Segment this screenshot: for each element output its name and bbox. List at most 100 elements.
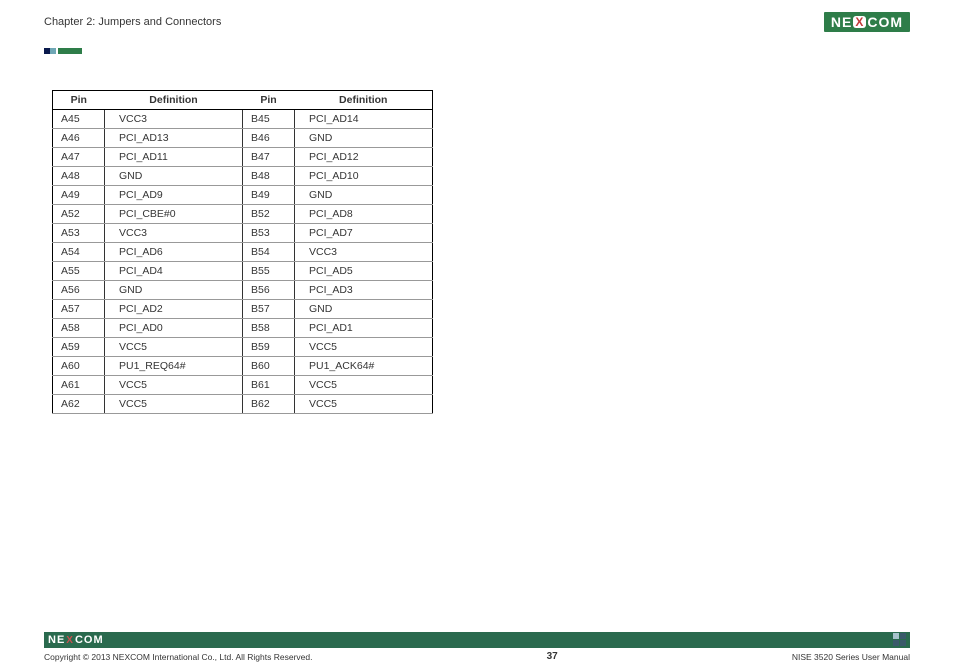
definition-cell: PCI_AD12 — [295, 148, 433, 167]
pin-cell: A53 — [53, 224, 105, 243]
definition-cell: PCI_AD7 — [295, 224, 433, 243]
copyright-text: Copyright © 2013 NEXCOM International Co… — [44, 652, 312, 662]
page-content: PinDefinitionPinDefinition A45VCC3B45PCI… — [52, 90, 902, 612]
pin-cell: A56 — [53, 281, 105, 300]
pin-cell: B53 — [243, 224, 295, 243]
definition-cell: GND — [295, 186, 433, 205]
definition-cell: PCI_CBE#0 — [105, 205, 243, 224]
pin-cell: B48 — [243, 167, 295, 186]
column-header-1: Definition — [105, 91, 243, 110]
pin-cell: B62 — [243, 395, 295, 414]
pin-cell: A60 — [53, 357, 105, 376]
table-row: A60PU1_REQ64#B60PU1_ACK64# — [53, 357, 433, 376]
logo-part-x: X — [853, 16, 866, 28]
table-row: A46PCI_AD13B46GND — [53, 129, 433, 148]
pin-cell: B52 — [243, 205, 295, 224]
pin-cell: A47 — [53, 148, 105, 167]
table-row: A58PCI_AD0B58PCI_AD1 — [53, 319, 433, 338]
page-number: 37 — [547, 651, 558, 662]
definition-cell: VCC3 — [295, 243, 433, 262]
logo-part-left: NE — [831, 14, 852, 30]
footer-logo: NE X COM — [48, 634, 104, 646]
table-row: A61VCC5B61VCC5 — [53, 376, 433, 395]
pin-cell: B61 — [243, 376, 295, 395]
chapter-title: Chapter 2: Jumpers and Connectors — [44, 16, 221, 28]
pin-cell: B58 — [243, 319, 295, 338]
table-row: A48GNDB48PCI_AD10 — [53, 167, 433, 186]
pin-cell: B60 — [243, 357, 295, 376]
table-row: A45VCC3B45PCI_AD14 — [53, 110, 433, 129]
pin-cell: B47 — [243, 148, 295, 167]
table-row: A49PCI_AD9B49GND — [53, 186, 433, 205]
pin-cell: A55 — [53, 262, 105, 281]
definition-cell: PCI_AD6 — [105, 243, 243, 262]
pin-cell: A62 — [53, 395, 105, 414]
footer-squares-icon — [893, 633, 906, 646]
definition-cell: PCI_AD10 — [295, 167, 433, 186]
footer-band: NE X COM — [44, 632, 910, 648]
definition-cell: PCI_AD8 — [295, 205, 433, 224]
pin-cell: A49 — [53, 186, 105, 205]
column-header-0: Pin — [53, 91, 105, 110]
accent-bars-icon — [44, 48, 82, 54]
table-row: A62VCC5B62VCC5 — [53, 395, 433, 414]
pin-cell: B59 — [243, 338, 295, 357]
definition-cell: PU1_REQ64# — [105, 357, 243, 376]
definition-cell: PCI_AD3 — [295, 281, 433, 300]
table-row: A47PCI_AD11B47PCI_AD12 — [53, 148, 433, 167]
definition-cell: PCI_AD2 — [105, 300, 243, 319]
definition-cell: VCC3 — [105, 224, 243, 243]
footer-logo-x: X — [66, 635, 74, 646]
definition-cell: PCI_AD5 — [295, 262, 433, 281]
pin-cell: B55 — [243, 262, 295, 281]
pin-cell: A61 — [53, 376, 105, 395]
pin-definition-table: PinDefinitionPinDefinition A45VCC3B45PCI… — [52, 90, 433, 414]
pin-cell: B46 — [243, 129, 295, 148]
definition-cell: VCC3 — [105, 110, 243, 129]
definition-cell: VCC5 — [105, 338, 243, 357]
pin-cell: A58 — [53, 319, 105, 338]
pin-cell: A46 — [53, 129, 105, 148]
table-row: A52PCI_CBE#0B52PCI_AD8 — [53, 205, 433, 224]
pin-cell: B57 — [243, 300, 295, 319]
table-row: A55PCI_AD4B55PCI_AD5 — [53, 262, 433, 281]
footer-line: Copyright © 2013 NEXCOM International Co… — [44, 651, 910, 662]
pin-cell: A54 — [53, 243, 105, 262]
manual-name: NISE 3520 Series User Manual — [792, 652, 910, 662]
definition-cell: PCI_AD1 — [295, 319, 433, 338]
definition-cell: VCC5 — [295, 395, 433, 414]
definition-cell: PCI_AD0 — [105, 319, 243, 338]
pin-cell: B49 — [243, 186, 295, 205]
table-row: A59VCC5B59VCC5 — [53, 338, 433, 357]
pin-cell: A52 — [53, 205, 105, 224]
pin-cell: B56 — [243, 281, 295, 300]
table-row: A54PCI_AD6B54VCC3 — [53, 243, 433, 262]
footer-logo-left: NE — [48, 634, 65, 646]
definition-cell: VCC5 — [295, 376, 433, 395]
column-header-2: Pin — [243, 91, 295, 110]
definition-cell: PCI_AD13 — [105, 129, 243, 148]
definition-cell: PCI_AD9 — [105, 186, 243, 205]
definition-cell: PCI_AD11 — [105, 148, 243, 167]
definition-cell: VCC5 — [105, 376, 243, 395]
pin-cell: A48 — [53, 167, 105, 186]
definition-cell: GND — [105, 281, 243, 300]
definition-cell: GND — [105, 167, 243, 186]
definition-cell: PCI_AD4 — [105, 262, 243, 281]
definition-cell: GND — [295, 300, 433, 319]
nexcom-logo: NE X COM — [824, 12, 910, 32]
pin-cell: A59 — [53, 338, 105, 357]
table-row: A57PCI_AD2B57GND — [53, 300, 433, 319]
footer-logo-right: COM — [75, 634, 104, 646]
logo-part-right: COM — [867, 14, 903, 30]
pin-cell: A45 — [53, 110, 105, 129]
pin-cell: B45 — [243, 110, 295, 129]
definition-cell: PCI_AD14 — [295, 110, 433, 129]
table-row: A53VCC3B53PCI_AD7 — [53, 224, 433, 243]
definition-cell: VCC5 — [295, 338, 433, 357]
table-row: A56GNDB56PCI_AD3 — [53, 281, 433, 300]
definition-cell: PU1_ACK64# — [295, 357, 433, 376]
pin-cell: A57 — [53, 300, 105, 319]
pin-cell: B54 — [243, 243, 295, 262]
definition-cell: VCC5 — [105, 395, 243, 414]
